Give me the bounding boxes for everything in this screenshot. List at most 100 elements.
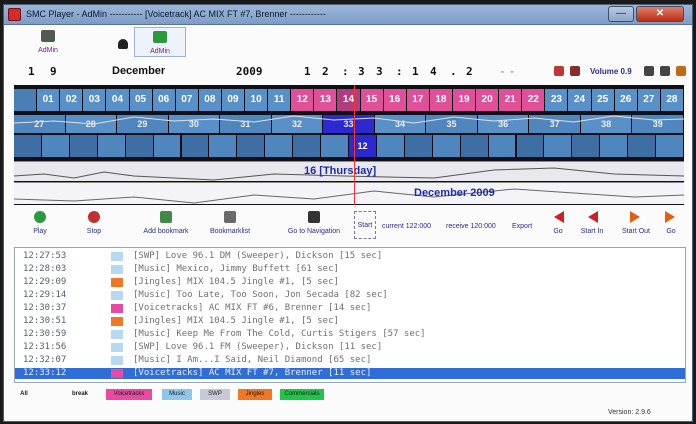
day-strip[interactable]: 01 02 03 04 05 06 07 08 09 10 11 12 13 14 15 16 17 18 19 20…: [14, 89, 684, 111]
speaker-icon[interactable]: [676, 66, 686, 76]
day-cell[interactable]: 08: [198, 89, 222, 111]
legend-filter[interactable]: break: [66, 389, 94, 400]
minute-cell[interactable]: [209, 135, 238, 157]
day-cell[interactable]: 18: [429, 89, 453, 111]
bookmarklist-button[interactable]: Bookmarklist: [200, 211, 260, 235]
day-cell[interactable]: 27: [637, 89, 661, 111]
legend-filter[interactable]: Commercials: [280, 389, 324, 400]
title-bar[interactable]: SMC Player - AdMin ----------- [Voicetra…: [4, 5, 692, 25]
log-row[interactable]: 12:33:12 [Voicetracks] AC MIX FT #7, Bren…: [15, 368, 685, 379]
minute-cell[interactable]: [432, 135, 461, 157]
playhead-marker[interactable]: [354, 85, 355, 205]
minute-cell[interactable]: [572, 135, 601, 157]
stop-button[interactable]: Stop: [64, 211, 124, 235]
save-icon[interactable]: [570, 66, 580, 76]
day-cell[interactable]: 23: [545, 89, 569, 111]
volume-up-icon[interactable]: [660, 66, 670, 76]
log-row[interactable]: 12:27:53 [SWP] Love 96.1 DM (Sweeper), Di…: [15, 251, 685, 262]
day-cell[interactable]: 22: [522, 89, 546, 111]
minute-cell[interactable]: [376, 135, 405, 157]
minute-cell[interactable]: [125, 135, 154, 157]
minute-cell[interactable]: [460, 135, 489, 157]
log-row[interactable]: 12:31:56 [SWP] Love 96.1 FM (Sweeper), Di…: [15, 342, 685, 353]
day-cell[interactable]: 19: [452, 89, 477, 111]
add-bookmark-button[interactable]: Add bookmark: [136, 211, 196, 235]
minute-cell[interactable]: [14, 135, 42, 157]
minute-cell[interactable]: [293, 135, 322, 157]
day-cell[interactable]: 17: [406, 89, 430, 111]
legend-filter[interactable]: Music: [162, 389, 192, 400]
timeline-panel[interactable]: 01 02 03 04 05 06 07 08 09 10 11 12 13 14 15 16 17 18 19 20…: [14, 85, 684, 205]
log-time: 12:33:12: [23, 368, 67, 378]
legend-filter[interactable]: Voicetracks: [106, 389, 152, 400]
day-cell[interactable]: 10: [245, 89, 269, 111]
day-cell[interactable]: 13: [314, 89, 338, 111]
legend-filter[interactable]: Jingles: [238, 389, 272, 400]
day-cell[interactable]: 20: [476, 89, 500, 111]
day-cell[interactable]: 09: [221, 89, 246, 111]
minute-strip[interactable]: 12: [14, 135, 684, 157]
legend-filter[interactable]: All: [14, 389, 34, 400]
day-cell[interactable]: [14, 89, 38, 111]
day-cell[interactable]: 28: [660, 89, 684, 111]
minute-cell[interactable]: [516, 135, 545, 157]
day-cell[interactable]: 07: [175, 89, 199, 111]
folder-icon[interactable]: [554, 66, 564, 76]
day-cell[interactable]: 06: [152, 89, 176, 111]
bag-icon[interactable]: [118, 39, 128, 49]
log-row[interactable]: 12:30:37 [Voicetracks] AC MIX FT #6, Bren…: [15, 303, 685, 314]
log-row[interactable]: 12:30:59 [Music] Keep Me From The Cold, C…: [15, 329, 685, 340]
minute-cell[interactable]: [656, 135, 684, 157]
go-out-button[interactable]: Go: [656, 211, 686, 235]
minute-cell[interactable]: [97, 135, 126, 157]
day-cell[interactable]: 03: [83, 89, 107, 111]
minute-cell[interactable]: [69, 135, 98, 157]
play-button[interactable]: Play: [10, 211, 70, 235]
minute-cell[interactable]: [544, 135, 573, 157]
day-cell[interactable]: 21: [499, 89, 523, 111]
day-cell[interactable]: 11: [268, 89, 292, 111]
tab-admin-2[interactable]: AdMin: [134, 27, 186, 57]
day-cell[interactable]: 15: [360, 89, 384, 111]
start-in-button[interactable]: Start In: [574, 211, 610, 235]
clock-char: 1: [304, 65, 311, 78]
volume-down-icon[interactable]: [644, 66, 654, 76]
minute-cell[interactable]: [41, 135, 70, 157]
minute-cell[interactable]: [404, 135, 433, 157]
close-button[interactable]: ✕: [636, 6, 684, 22]
log-row[interactable]: 12:29:14 [Music] Too Late, Too Soon, Jon …: [15, 290, 685, 301]
log-row[interactable]: 12:32:07 [Music] I Am...I Said, Neil Diam…: [15, 355, 685, 366]
day-cell[interactable]: 01: [37, 89, 61, 111]
tab-admin-1[interactable]: AdMin: [22, 27, 74, 57]
minute-cell[interactable]: [488, 135, 517, 157]
minimize-button[interactable]: —: [608, 6, 634, 22]
log-row[interactable]: 12:30:51 [Jingles] MIX 104.5 Jingle #1, […: [15, 316, 685, 327]
go-button[interactable]: Go: [540, 211, 576, 235]
minute-cell[interactable]: [237, 135, 266, 157]
minute-cell[interactable]: [265, 135, 294, 157]
day-cell[interactable]: 26: [614, 89, 638, 111]
day-cell[interactable]: 14: [337, 89, 361, 111]
start-out-button[interactable]: Start Out: [616, 211, 656, 235]
log-text: [Music] I Am...I Said, Neil Diamond [65 …: [133, 355, 372, 365]
clock-char: 1: [412, 65, 419, 78]
go-to-navigation-button[interactable]: Go to Navigation: [284, 211, 344, 235]
day-cell[interactable]: 12: [291, 89, 315, 111]
day-cell[interactable]: 24: [568, 89, 592, 111]
minute-cell[interactable]: [321, 135, 349, 157]
day-cell[interactable]: 16: [383, 89, 407, 111]
minute-cell[interactable]: [600, 135, 629, 157]
day-cell[interactable]: 02: [60, 89, 84, 111]
minute-cell[interactable]: [628, 135, 657, 157]
log-row[interactable]: 12:29:09 [Jingles] MIX 104.5 Jingle #1, […: [15, 277, 685, 288]
minute-cell[interactable]: [181, 135, 210, 157]
log-row[interactable]: 12:28:03 [Music] Mexico, Jimmy Buffett [6…: [15, 264, 685, 275]
start-button[interactable]: Start: [354, 211, 376, 239]
day-cell[interactable]: 05: [129, 89, 153, 111]
export-link[interactable]: Export: [512, 223, 532, 230]
legend-filter[interactable]: SWP: [200, 389, 230, 400]
minute-cell[interactable]: [153, 135, 182, 157]
day-cell[interactable]: 04: [106, 89, 130, 111]
day-cell[interactable]: 25: [591, 89, 615, 111]
playlist-log[interactable]: 12:27:53 [SWP] Love 96.1 DM (Sweeper), Di…: [14, 247, 686, 383]
